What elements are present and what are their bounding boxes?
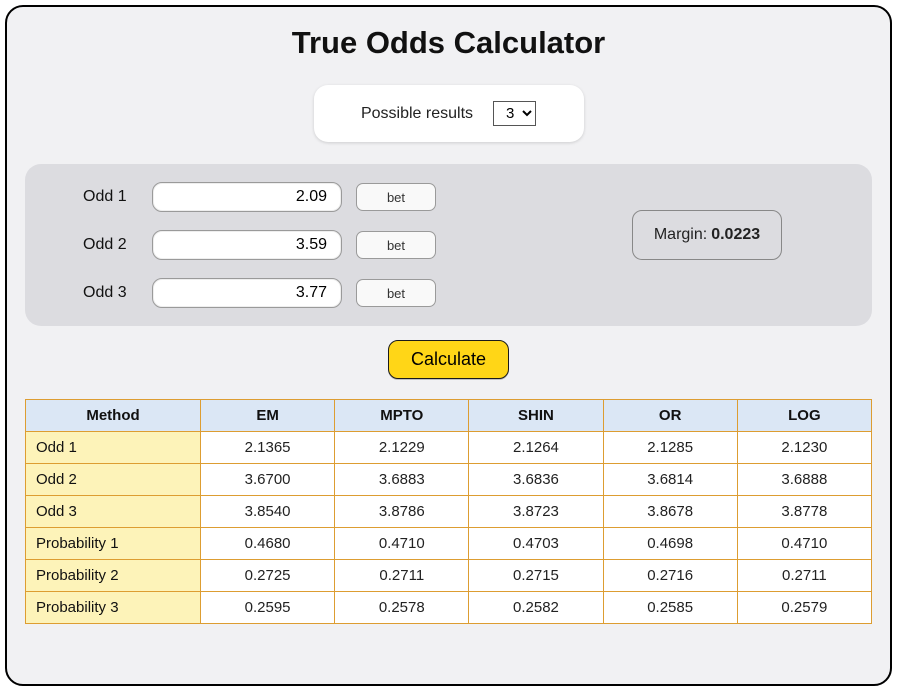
bet-button-1[interactable]: bet <box>356 183 436 211</box>
odd-label-3: Odd 3 <box>83 284 138 302</box>
cell: 0.2716 <box>603 560 737 592</box>
odd-label-1: Odd 1 <box>83 188 138 206</box>
cell: 3.6883 <box>335 464 469 496</box>
row-label: Odd 3 <box>26 496 201 528</box>
page-title: True Odds Calculator <box>25 25 872 61</box>
row-label: Odd 2 <box>26 464 201 496</box>
odd-input-2[interactable] <box>152 230 342 260</box>
cell: 0.2711 <box>335 560 469 592</box>
cell: 0.2585 <box>603 592 737 624</box>
bet-button-3[interactable]: bet <box>356 279 436 307</box>
app-frame: True Odds Calculator Possible results 3 … <box>5 5 892 686</box>
cell: 3.8540 <box>201 496 335 528</box>
cell: 3.8786 <box>335 496 469 528</box>
cell: 2.1285 <box>603 432 737 464</box>
margin-label: Margin: <box>654 226 707 244</box>
calculate-button[interactable]: Calculate <box>388 340 509 379</box>
bet-button-2[interactable]: bet <box>356 231 436 259</box>
cell: 3.6888 <box>737 464 871 496</box>
cell: 2.1230 <box>737 432 871 464</box>
cell: 0.2725 <box>201 560 335 592</box>
cell: 2.1229 <box>335 432 469 464</box>
table-row: Probability 2 0.2725 0.2711 0.2715 0.271… <box>26 560 872 592</box>
table-row: Odd 2 3.6700 3.6883 3.6836 3.6814 3.6888 <box>26 464 872 496</box>
row-label: Probability 1 <box>26 528 201 560</box>
cell: 3.8723 <box>469 496 603 528</box>
col-mpto: MPTO <box>335 400 469 432</box>
col-or: OR <box>603 400 737 432</box>
calculate-wrap: Calculate <box>25 340 872 379</box>
cell: 2.1264 <box>469 432 603 464</box>
results-body: Odd 1 2.1365 2.1229 2.1264 2.1285 2.1230… <box>26 432 872 624</box>
odd-label-2: Odd 2 <box>83 236 138 254</box>
row-label: Probability 3 <box>26 592 201 624</box>
odd-row-3: Odd 3 bet <box>83 278 436 308</box>
cell: 0.4710 <box>335 528 469 560</box>
cell: 3.6814 <box>603 464 737 496</box>
table-row: Odd 1 2.1365 2.1229 2.1264 2.1285 2.1230 <box>26 432 872 464</box>
odd-row-2: Odd 2 bet <box>83 230 436 260</box>
table-row: Odd 3 3.8540 3.8786 3.8723 3.8678 3.8778 <box>26 496 872 528</box>
odd-input-1[interactable] <box>152 182 342 212</box>
results-header-row: Method EM MPTO SHIN OR LOG <box>26 400 872 432</box>
col-shin: SHIN <box>469 400 603 432</box>
row-label: Probability 2 <box>26 560 201 592</box>
cell: 0.4703 <box>469 528 603 560</box>
results-table: Method EM MPTO SHIN OR LOG Odd 1 2.1365 … <box>25 399 872 624</box>
odds-input-list: Odd 1 bet Odd 2 bet Odd 3 bet <box>83 182 436 308</box>
odd-input-3[interactable] <box>152 278 342 308</box>
margin-display: Margin: 0.0223 <box>632 210 782 260</box>
cell: 0.4698 <box>603 528 737 560</box>
col-method: Method <box>26 400 201 432</box>
cell: 3.8678 <box>603 496 737 528</box>
col-em: EM <box>201 400 335 432</box>
odd-row-1: Odd 1 bet <box>83 182 436 212</box>
cell: 3.6836 <box>469 464 603 496</box>
cell: 0.2711 <box>737 560 871 592</box>
cell: 0.4680 <box>201 528 335 560</box>
row-label: Odd 1 <box>26 432 201 464</box>
possible-results-label: Possible results <box>361 105 473 123</box>
table-row: Probability 1 0.4680 0.4710 0.4703 0.469… <box>26 528 872 560</box>
odds-input-panel: Odd 1 bet Odd 2 bet Odd 3 bet Margin: 0.… <box>25 164 872 326</box>
cell: 0.2595 <box>201 592 335 624</box>
cell: 3.6700 <box>201 464 335 496</box>
margin-value: 0.0223 <box>711 226 760 244</box>
cell: 0.4710 <box>737 528 871 560</box>
cell: 0.2582 <box>469 592 603 624</box>
possible-results-select[interactable]: 3 <box>493 101 536 126</box>
cell: 2.1365 <box>201 432 335 464</box>
possible-results-panel: Possible results 3 <box>314 85 584 142</box>
cell: 0.2715 <box>469 560 603 592</box>
cell: 3.8778 <box>737 496 871 528</box>
col-log: LOG <box>737 400 871 432</box>
cell: 0.2579 <box>737 592 871 624</box>
cell: 0.2578 <box>335 592 469 624</box>
table-row: Probability 3 0.2595 0.2578 0.2582 0.258… <box>26 592 872 624</box>
